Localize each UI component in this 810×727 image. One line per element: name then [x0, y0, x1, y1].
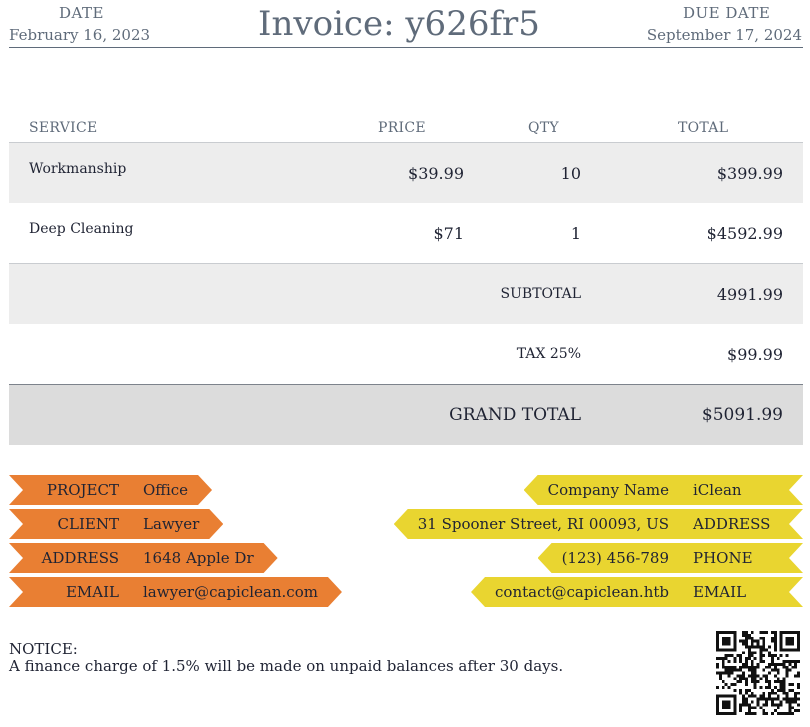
tag-label: EMAIL [693, 583, 747, 601]
tag-value: contact@capiclean.htb [495, 583, 669, 601]
service-qty: 10 [560, 163, 581, 183]
tag-value: Lawyer [143, 515, 200, 533]
notice-text: A finance charge of 1.5% will be made on… [9, 657, 564, 675]
subtotal-value: 4991.99 [716, 284, 783, 304]
table-row: Workmanship $39.99 10 $399.99 [9, 143, 803, 203]
header-divider [9, 47, 803, 48]
tag-value: 31 Spooner Street, RI 00093, US [417, 515, 669, 533]
service-price: $71 [433, 223, 464, 243]
due-date-label: DUE DATE [683, 4, 771, 22]
tag-label: CLIENT [57, 515, 119, 533]
service-total: $4592.99 [706, 223, 783, 243]
col-total: TOTAL [678, 120, 729, 136]
col-qty: QTY [528, 120, 559, 136]
tag-label: ADDRESS [693, 515, 771, 533]
due-date: September 17, 2024 [646, 26, 802, 44]
service-name: Workmanship [29, 161, 127, 177]
col-price: PRICE [378, 120, 426, 136]
table-row: Deep Cleaning $71 1 $4592.99 [9, 203, 803, 263]
tax-value: $99.99 [727, 344, 783, 364]
company-email-tag: contact@capiclean.htb EMAIL [471, 577, 803, 607]
subtotal-row: SUBTOTAL 4991.99 [9, 264, 803, 324]
client-email-tag: EMAIL lawyer@capiclean.com [9, 577, 342, 607]
tax-row: TAX 25% $99.99 [9, 324, 803, 384]
service-price: $39.99 [408, 163, 464, 183]
tag-value: 1648 Apple Dr [143, 549, 254, 567]
qr-code-icon [716, 631, 800, 715]
subtotal-label: SUBTOTAL [500, 286, 581, 302]
tag-label: EMAIL [65, 583, 119, 601]
service-qty: 1 [570, 223, 581, 243]
client-address-tag: ADDRESS 1648 Apple Dr [9, 543, 278, 573]
col-service: SERVICE [29, 120, 98, 136]
project-tag: PROJECT Office [9, 475, 212, 505]
tag-value: (123) 456-789 [561, 549, 669, 567]
company-address-tag: 31 Spooner Street, RI 00093, US ADDRESS [394, 509, 803, 539]
tag-label: PHONE [693, 549, 753, 567]
client-tag: CLIENT Lawyer [9, 509, 223, 539]
tag-label: iClean [693, 481, 742, 499]
tag-label: PROJECT [46, 481, 119, 499]
grand-total-label: GRAND TOTAL [449, 405, 581, 425]
service-name: Deep Cleaning [29, 221, 134, 237]
company-phone-tag: (123) 456-789 PHONE [538, 543, 803, 573]
grand-total-row: GRAND TOTAL $5091.99 [9, 385, 803, 445]
tag-value: lawyer@capiclean.com [143, 583, 318, 601]
notice-title: NOTICE: [9, 640, 78, 658]
tag-value: Office [143, 481, 189, 499]
tag-value: Company Name [547, 481, 669, 499]
grand-total-value: $5091.99 [701, 405, 783, 425]
service-total: $399.99 [716, 163, 783, 183]
tax-label: TAX 25% [516, 346, 581, 362]
company-name-tag: Company Name iClean [524, 475, 803, 505]
tag-label: ADDRESS [41, 549, 119, 567]
